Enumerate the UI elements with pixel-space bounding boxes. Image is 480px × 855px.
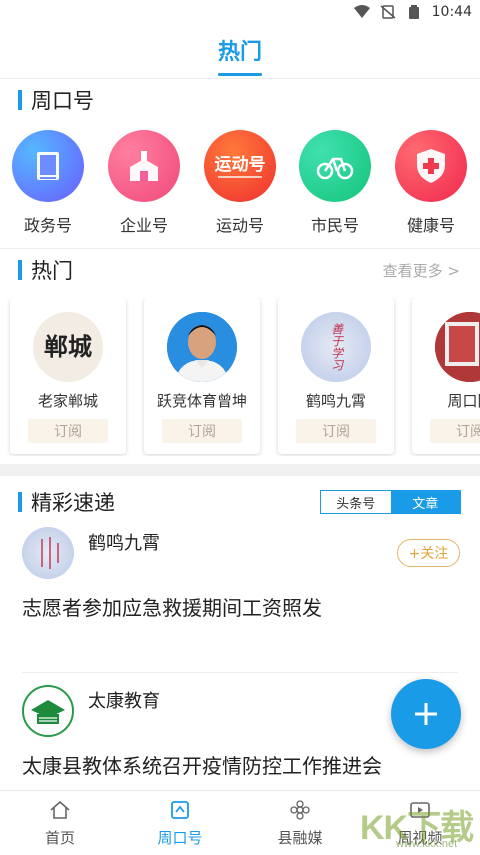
no-sim-icon bbox=[380, 5, 396, 19]
battery-icon bbox=[408, 5, 419, 19]
category-row: 政务号 企业号 运动号 运动号 市民号 健康号 bbox=[0, 130, 480, 240]
clock: 10:44 bbox=[431, 4, 472, 20]
post-title[interactable]: 太康县教体系统召开疫情防控工作推进会 bbox=[22, 750, 382, 779]
section-accent-bar bbox=[18, 260, 22, 280]
sport-logo-text: 运动号 bbox=[214, 154, 266, 175]
avatar bbox=[435, 312, 480, 382]
nav-county-media[interactable]: 县融媒 bbox=[250, 799, 350, 848]
hot-card[interactable]: 善于学习 鹤鸣九霄 订阅 bbox=[278, 298, 394, 454]
hot-card[interactable]: 跃竞体育曾坤 订阅 bbox=[144, 298, 260, 454]
wifi-icon bbox=[353, 5, 370, 18]
category-label: 企业号 bbox=[119, 216, 168, 235]
avatar: 郸城 bbox=[33, 312, 103, 382]
section-title: 周口号 bbox=[31, 89, 94, 113]
category-label: 运动号 bbox=[215, 216, 264, 235]
subscribe-button[interactable]: 订阅 bbox=[28, 419, 108, 443]
book-icon bbox=[12, 130, 84, 202]
home-icon bbox=[48, 799, 72, 821]
section-accent-bar bbox=[18, 90, 22, 110]
avatar: 善于学习 bbox=[301, 312, 371, 382]
feed-type-toggle: 头条号 文章 bbox=[320, 490, 461, 514]
section-header-hot: 热门 查看更多 > bbox=[0, 250, 480, 290]
section-title: 精彩速递 bbox=[31, 491, 115, 515]
author-name: 太康教育 bbox=[88, 691, 160, 712]
card-name: 跃竞体育曾坤 bbox=[156, 392, 247, 410]
category-label: 政务号 bbox=[23, 216, 72, 235]
nav-label: 首页 bbox=[44, 829, 75, 847]
divider bbox=[0, 78, 480, 79]
zhoukou-icon bbox=[168, 799, 192, 821]
nav-label: 周口号 bbox=[157, 829, 203, 847]
avatar bbox=[167, 312, 237, 382]
post-title[interactable]: 志愿者参加应急救援期间工资照发 bbox=[22, 592, 322, 621]
watermark-url: www.kkx.net bbox=[396, 838, 458, 850]
card-name: 老家郸城 bbox=[37, 392, 98, 410]
subscribe-button[interactable]: 订阅 bbox=[162, 419, 242, 443]
card-name: 周口同 bbox=[447, 392, 480, 410]
category-enterprise[interactable]: 企业号 bbox=[99, 130, 189, 236]
section-separator bbox=[0, 464, 480, 476]
avatar-text: 善于学习 bbox=[329, 323, 344, 371]
subscribe-button[interactable]: 订阅 bbox=[430, 419, 480, 443]
post-author[interactable]: 太康教育 bbox=[22, 685, 160, 737]
avatar bbox=[22, 527, 74, 579]
follow-button[interactable]: +关注 bbox=[397, 539, 460, 567]
category-sports[interactable]: 运动号 运动号 bbox=[195, 130, 285, 236]
nav-zhoukou[interactable]: 周口号 bbox=[130, 799, 230, 848]
add-button[interactable] bbox=[391, 679, 461, 749]
avatar-text: 郸城 bbox=[44, 333, 92, 361]
divider bbox=[22, 672, 458, 673]
tab-headlines[interactable]: 头条号 bbox=[321, 491, 391, 513]
section-header-zhoukou: 周口号 bbox=[0, 80, 480, 120]
hot-card[interactable]: 周口同 订阅 bbox=[412, 298, 480, 454]
category-label: 市民号 bbox=[310, 216, 359, 235]
category-citizen[interactable]: 市民号 bbox=[290, 130, 380, 236]
health-shield-icon bbox=[395, 130, 467, 202]
category-health[interactable]: 健康号 bbox=[386, 130, 476, 236]
section-accent-bar bbox=[18, 492, 22, 512]
see-more-link[interactable]: 查看更多 > bbox=[383, 260, 460, 281]
divider bbox=[0, 248, 480, 249]
building-icon bbox=[108, 130, 180, 202]
sport-logo-icon: 运动号 bbox=[204, 130, 276, 202]
section-title: 热门 bbox=[31, 259, 73, 283]
nav-label: 县融媒 bbox=[277, 829, 323, 847]
post-author[interactable]: 鹤鸣九霄 bbox=[22, 527, 160, 579]
hot-card-row: 郸城 老家郸城 订阅 跃竞体育曾坤 订阅 善于学习 鹤鸣九霄 订阅 周口同 订阅 bbox=[0, 298, 480, 456]
card-name: 鹤鸣九霄 bbox=[305, 392, 366, 410]
subscribe-button[interactable]: 订阅 bbox=[296, 419, 376, 443]
nav-home[interactable]: 首页 bbox=[10, 799, 110, 848]
category-label: 健康号 bbox=[406, 216, 455, 235]
top-tab-bar: 热门 bbox=[0, 24, 480, 78]
author-name: 鹤鸣九霄 bbox=[88, 533, 160, 554]
plus-icon bbox=[415, 703, 437, 725]
school-logo-icon bbox=[22, 685, 74, 737]
tab-hot[interactable]: 热门 bbox=[217, 34, 263, 76]
bicycle-icon bbox=[299, 130, 371, 202]
status-bar: 10:44 bbox=[0, 0, 480, 24]
flower-icon bbox=[288, 799, 312, 821]
category-government[interactable]: 政务号 bbox=[3, 130, 93, 236]
hot-card[interactable]: 郸城 老家郸城 订阅 bbox=[10, 298, 126, 454]
tab-articles[interactable]: 文章 bbox=[390, 491, 460, 513]
